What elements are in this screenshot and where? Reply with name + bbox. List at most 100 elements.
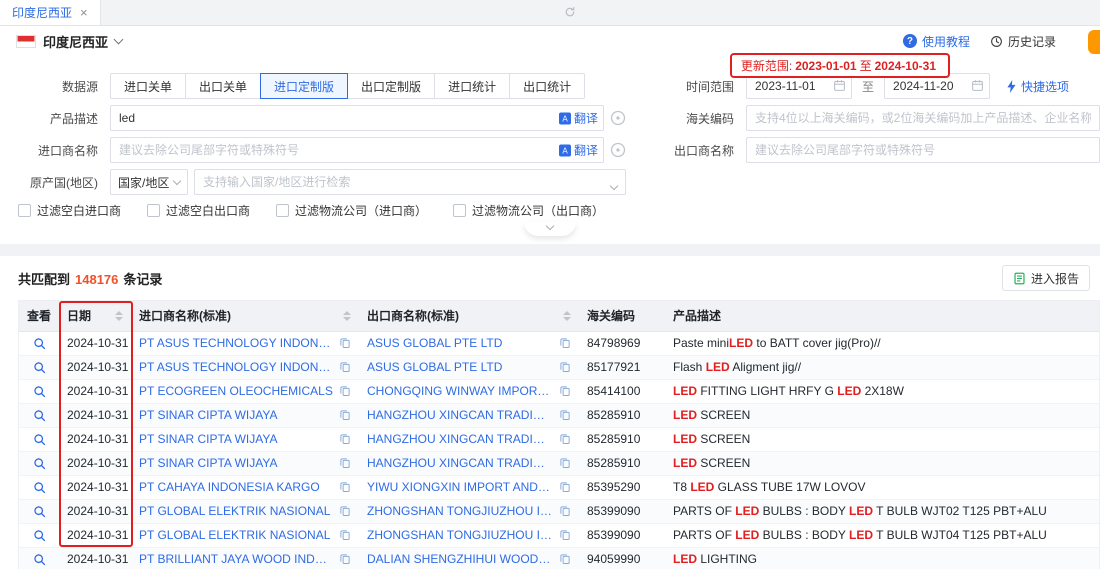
importer-link[interactable]: PT BRILLIANT JAYA WOOD INDUSTRY: [139, 552, 333, 566]
copy-icon[interactable]: [339, 553, 351, 565]
tab-strip-tool-icon[interactable]: [564, 6, 576, 18]
view-cell: [19, 499, 59, 523]
search-history-icon[interactable]: [610, 110, 626, 126]
exporter-link[interactable]: HANGZHOU XINGCAN TRADING CO LTD: [367, 456, 553, 470]
copy-icon[interactable]: [559, 433, 571, 445]
importer-input[interactable]: [110, 137, 604, 163]
hs-code-cell: 85395290: [579, 475, 665, 499]
datasource-option[interactable]: 出口统计: [509, 73, 585, 99]
collapse-handle[interactable]: [524, 222, 576, 236]
filter-checkbox[interactable]: 过滤物流公司（进口商）: [276, 202, 427, 219]
copy-icon[interactable]: [339, 409, 351, 421]
sort-icon[interactable]: [343, 311, 351, 321]
copy-icon[interactable]: [559, 505, 571, 517]
datasource-option[interactable]: 进口统计: [434, 73, 510, 99]
importer-link[interactable]: PT SINAR CIPTA WIJAYA: [139, 432, 333, 446]
copy-icon[interactable]: [339, 505, 351, 517]
history-link[interactable]: 历史记录: [990, 33, 1056, 50]
translate-button[interactable]: A 翻译: [559, 110, 598, 127]
copy-icon[interactable]: [559, 553, 571, 565]
exporter-input[interactable]: [746, 137, 1100, 163]
view-detail-icon[interactable]: [33, 409, 46, 422]
datasource-option[interactable]: 出口关单: [185, 73, 261, 99]
sort-icon[interactable]: [115, 311, 123, 321]
column-header[interactable]: 进口商名称(标准): [131, 301, 359, 331]
sort-icon[interactable]: [563, 311, 571, 321]
checkbox-label: 过滤空白出口商: [166, 202, 250, 219]
view-detail-icon[interactable]: [33, 529, 46, 542]
exporter-link[interactable]: ZHONGSHAN TONGJIUZHOU INTERNA...: [367, 528, 553, 542]
view-detail-icon[interactable]: [33, 457, 46, 470]
hs-code-input[interactable]: [746, 105, 1100, 131]
product-desc-input[interactable]: [110, 105, 604, 131]
column-header[interactable]: 出口商名称(标准): [359, 301, 579, 331]
view-detail-icon[interactable]: [33, 361, 46, 374]
exporter-link[interactable]: CHONGQING WINWAY IMPORT AND E...: [367, 384, 553, 398]
exporter-cell: YIWU XIONGXIN IMPORT AND EXPORT...: [359, 475, 579, 499]
tutorial-link[interactable]: ? 使用教程: [903, 33, 970, 50]
view-detail-icon[interactable]: [33, 337, 46, 350]
count-prefix: 共匹配到: [18, 269, 70, 288]
copy-icon[interactable]: [559, 457, 571, 469]
checkbox-box[interactable]: [147, 204, 160, 217]
tab-close-icon[interactable]: ×: [80, 6, 88, 19]
exporter-link[interactable]: ASUS GLOBAL PTE LTD: [367, 336, 553, 350]
exporter-link[interactable]: HANGZHOU XINGCAN TRADING CO LTD: [367, 432, 553, 446]
quick-options-link[interactable]: 快捷选项: [1006, 78, 1069, 95]
importer-link[interactable]: PT ASUS TECHNOLOGY INDONESIA BA...: [139, 336, 333, 350]
exporter-link[interactable]: HANGZHOU XINGCAN TRADING CO LTD: [367, 408, 553, 422]
enter-report-button[interactable]: 进入报告: [1002, 265, 1090, 291]
exporter-link[interactable]: ZHONGSHAN TONGJIUZHOU INTERNA...: [367, 504, 553, 518]
checkbox-box[interactable]: [18, 204, 31, 217]
copy-icon[interactable]: [559, 529, 571, 541]
quick-options-icon: [1006, 80, 1017, 93]
importer-link[interactable]: PT GLOBAL ELEKTRIK NASIONAL: [139, 504, 333, 518]
view-detail-icon[interactable]: [33, 385, 46, 398]
copy-icon[interactable]: [339, 433, 351, 445]
importer-link[interactable]: PT SINAR CIPTA WIJAYA: [139, 408, 333, 422]
view-detail-icon[interactable]: [33, 505, 46, 518]
origin-select[interactable]: 国家/地区: [110, 169, 188, 195]
checkbox-box[interactable]: [276, 204, 289, 217]
highlighted-term: LED: [673, 552, 697, 566]
origin-select-value: 国家/地区: [118, 174, 169, 191]
importer-cell: PT SINAR CIPTA WIJAYA: [131, 403, 359, 427]
datasource-option-active[interactable]: 进口定制版: [260, 73, 348, 99]
copy-icon[interactable]: [559, 361, 571, 373]
filter-checkbox[interactable]: 过滤空白进口商: [18, 202, 121, 219]
copy-icon[interactable]: [339, 385, 351, 397]
importer-link[interactable]: PT ASUS TECHNOLOGY INDONESIA BA...: [139, 360, 333, 374]
copy-icon[interactable]: [339, 481, 351, 493]
importer-link[interactable]: PT ECOGREEN OLEOCHEMICALS: [139, 384, 333, 398]
copy-icon[interactable]: [559, 385, 571, 397]
checkbox-box[interactable]: [453, 204, 466, 217]
view-detail-icon[interactable]: [33, 553, 46, 566]
copy-icon[interactable]: [559, 337, 571, 349]
view-detail-icon[interactable]: [33, 433, 46, 446]
filter-checkbox[interactable]: 过滤空白出口商: [147, 202, 250, 219]
tab-indonesia[interactable]: 印度尼西亚 ×: [0, 0, 101, 25]
importer-link[interactable]: PT SINAR CIPTA WIJAYA: [139, 456, 333, 470]
copy-icon[interactable]: [559, 409, 571, 421]
origin-search-input[interactable]: [194, 169, 626, 195]
exporter-link[interactable]: YIWU XIONGXIN IMPORT AND EXPORT...: [367, 480, 553, 494]
search-history-icon[interactable]: [610, 142, 626, 158]
copy-icon[interactable]: [339, 337, 351, 349]
exporter-link[interactable]: DALIAN SHENGZHIHUI WOOD INDUST...: [367, 552, 553, 566]
importer-link[interactable]: PT GLOBAL ELEKTRIK NASIONAL: [139, 528, 333, 542]
column-header[interactable]: 日期: [59, 301, 131, 331]
copy-icon[interactable]: [339, 457, 351, 469]
translate-button[interactable]: A 翻译: [559, 142, 598, 159]
datasource-option[interactable]: 进口关单: [110, 73, 186, 99]
copy-icon[interactable]: [339, 529, 351, 541]
exporter-link[interactable]: ASUS GLOBAL PTE LTD: [367, 360, 553, 374]
copy-icon[interactable]: [559, 481, 571, 493]
datasource-option[interactable]: 出口定制版: [347, 73, 435, 99]
svg-text:A: A: [562, 114, 568, 123]
filter-checkbox[interactable]: 过滤物流公司（出口商）: [453, 202, 604, 219]
floating-widget[interactable]: [1088, 30, 1100, 54]
view-detail-icon[interactable]: [33, 481, 46, 494]
copy-icon[interactable]: [339, 361, 351, 373]
importer-link[interactable]: PT CAHAYA INDONESIA KARGO: [139, 480, 333, 494]
country-dropdown-icon[interactable]: [114, 35, 124, 45]
